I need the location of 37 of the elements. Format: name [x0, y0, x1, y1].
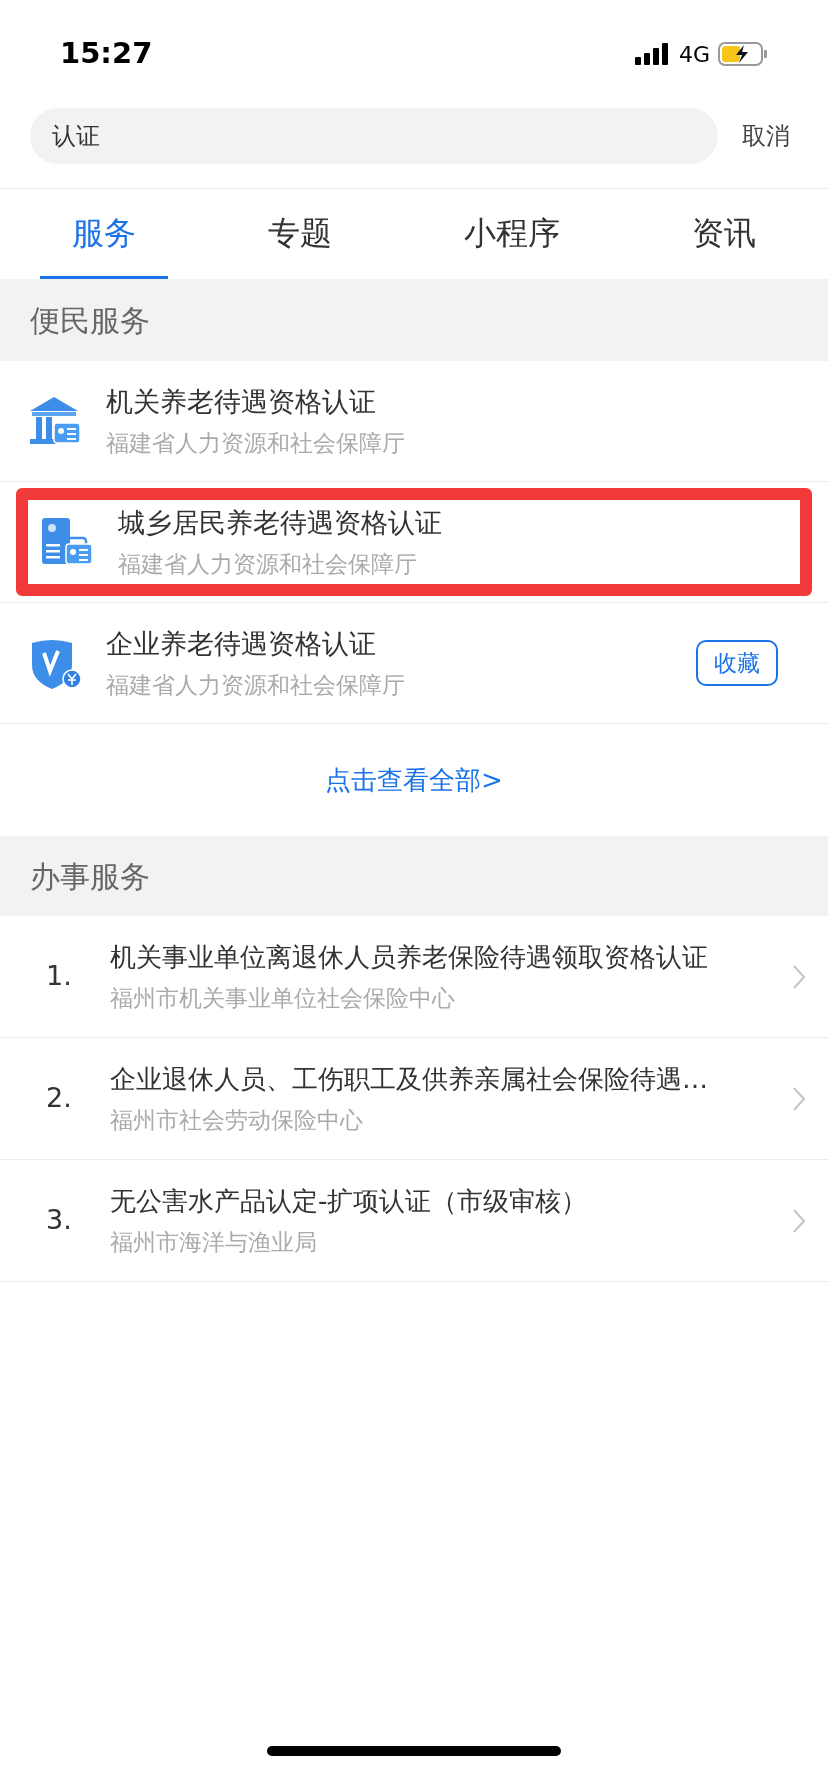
battery-charging-icon [718, 41, 768, 67]
affair-title: 无公害水产品认定-扩项认证（市级审核） [110, 1184, 589, 1218]
service-department: 福建省人力资源和社会保障厅 [118, 550, 418, 579]
service-department: 福建省人力资源和社会保障厅 [106, 671, 406, 700]
service-title: 企业养老待遇资格认证 [106, 626, 377, 661]
item-number: 1. [46, 959, 73, 994]
affair-item[interactable]: 1. 机关事业单位离退休人员养老保险待遇领取资格认证 福州市机关事业单位社会保险中心 [0, 916, 828, 1038]
service-item[interactable]: 机关养老待遇资格认证 福建省人力资源和社会保障厅 [0, 361, 828, 481]
status-time: 15:27 [60, 35, 153, 73]
service-title: 机关养老待遇资格认证 [106, 384, 377, 419]
item-number: 3. [46, 1203, 73, 1238]
chevron-right-icon [792, 963, 806, 990]
tab[interactable]: 资讯 [660, 189, 788, 279]
view-all-link[interactable]: 点击查看全部> [325, 760, 503, 800]
affair-department: 福州市社会劳动保险中心 [110, 1105, 364, 1135]
service-item[interactable]: 城乡居民养老待遇资格认证 福建省人力资源和社会保障厅 [16, 488, 812, 596]
tab[interactable]: 小程序 [432, 189, 592, 279]
item-number: 2. [46, 1081, 73, 1116]
affair-title: 企业退休人员、工伤职工及供养亲属社会保险待遇… [110, 1062, 709, 1096]
affair-title: 机关事业单位离退休人员养老保险待遇领取资格认证 [110, 940, 709, 974]
service-department: 福建省人力资源和社会保障厅 [106, 429, 406, 458]
section-header: 办事服务 [0, 836, 828, 916]
tab[interactable]: 专题 [236, 189, 364, 279]
network-type: 4G [678, 40, 710, 69]
affair-item[interactable]: 3. 无公害水产品认定-扩项认证（市级审核） 福州市海洋与渔业局 [0, 1160, 828, 1282]
service-item[interactable]: 企业养老待遇资格认证 福建省人力资源和社会保障厅 收藏 [0, 603, 828, 723]
chevron-right-icon [792, 1207, 806, 1234]
signal-icon [634, 43, 671, 65]
section-header: 便民服务 [0, 279, 828, 361]
affair-department: 福州市海洋与渔业局 [110, 1227, 318, 1257]
affair-department: 福州市机关事业单位社会保险中心 [110, 983, 456, 1013]
search-field[interactable]: 认证 [30, 108, 718, 164]
cancel-button[interactable]: 取消 [742, 118, 798, 154]
affair-item[interactable]: 2. 企业退休人员、工伤职工及供养亲属社会保险待遇… 福州市社会劳动保险中心 [0, 1038, 828, 1160]
favorite-button[interactable]: 收藏 [696, 640, 778, 686]
chevron-right-icon [792, 1085, 806, 1112]
service-title: 城乡居民养老待遇资格认证 [118, 505, 443, 540]
